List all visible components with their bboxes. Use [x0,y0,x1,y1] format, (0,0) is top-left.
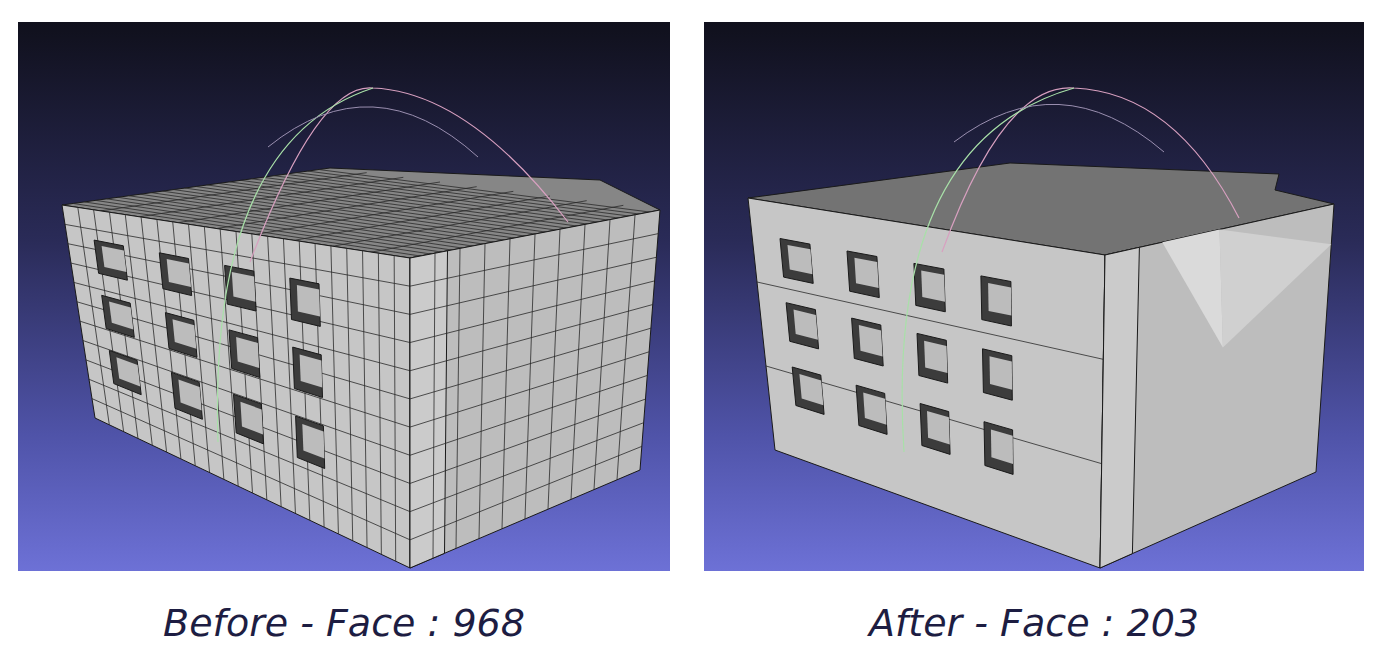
window [847,251,879,298]
window [159,253,191,296]
viewport[interactable] [704,22,1364,571]
comparison-panel: Before - Face : 968 [18,22,670,672]
comparison-figure: Before - Face : 968 After - Face : 203 [0,0,1376,672]
window [792,367,824,414]
window [109,351,141,395]
window [984,422,1013,475]
caption: Before - Face : 968 [157,601,531,647]
front-wall [748,198,1105,568]
side-wall [410,210,660,568]
window [296,416,325,468]
window [856,385,887,434]
window [780,239,813,284]
window [165,313,197,358]
window [225,265,256,311]
trackball-icon[interactable] [902,88,1239,452]
window [290,278,321,326]
window [983,349,1013,400]
side-wall [1100,204,1334,568]
trackball-icon[interactable] [217,88,568,442]
front-wall [62,205,410,568]
window [293,347,323,397]
building-render[interactable] [18,22,670,571]
window [102,295,135,337]
window [920,404,950,455]
shading-fan [1162,230,1331,348]
window [94,240,127,280]
caption: After - Face : 203 [863,601,1205,647]
comparison-panel: After - Face : 203 [704,22,1364,672]
viewport[interactable] [18,22,670,571]
building-render[interactable] [704,22,1364,571]
window [234,394,264,444]
window [981,276,1012,326]
window [786,303,819,349]
window [171,372,202,419]
window [914,263,945,311]
window [852,318,884,366]
window [917,333,948,383]
window [229,330,260,378]
